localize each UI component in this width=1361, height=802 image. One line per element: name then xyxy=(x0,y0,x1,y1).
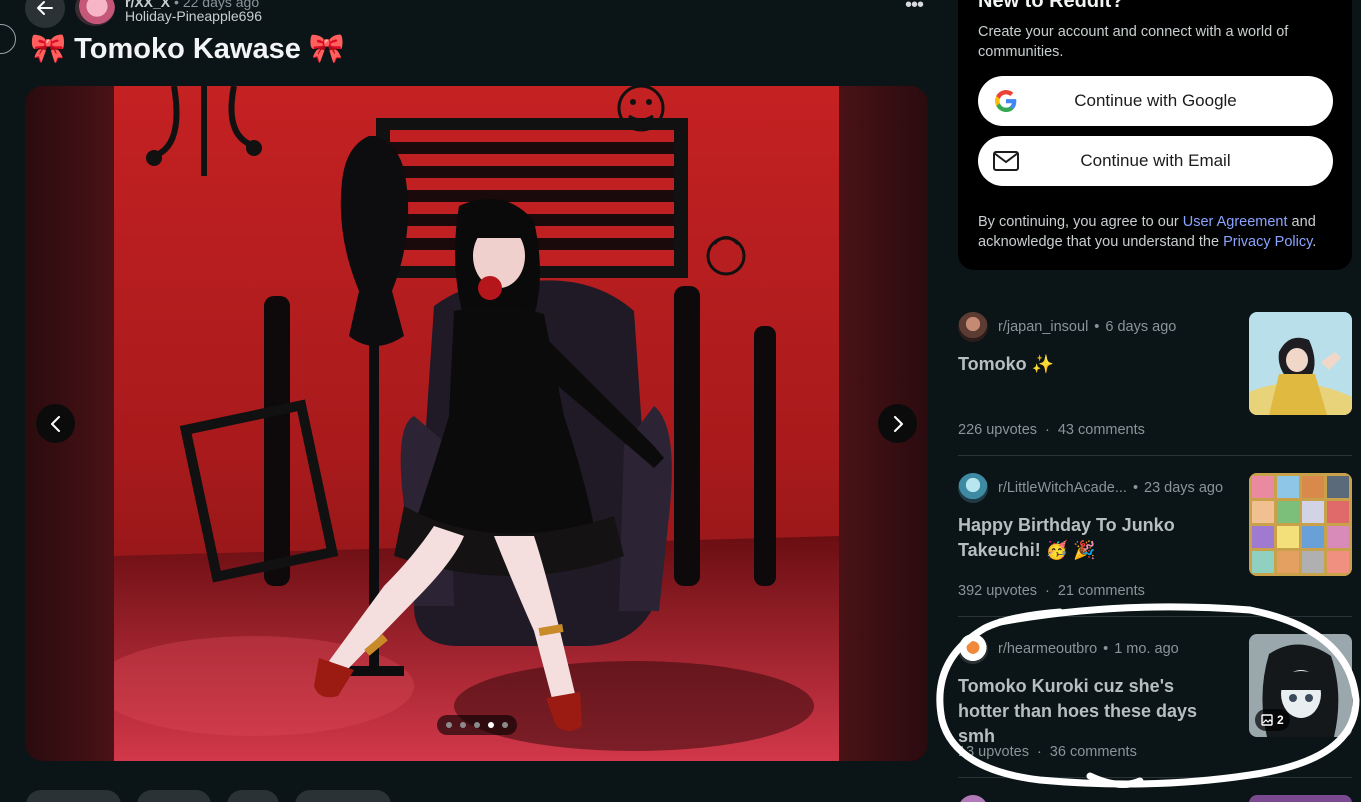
google-icon xyxy=(993,89,1019,113)
separator: • xyxy=(1094,319,1100,335)
carousel-dot[interactable] xyxy=(502,722,508,728)
comment-count: 36 comments xyxy=(1049,744,1137,760)
separator: • xyxy=(1132,480,1139,496)
related-post-title[interactable]: Happy Birthday To Junko Takeuchi! 🥳 🎉 xyxy=(958,513,1228,563)
separator: · xyxy=(1045,583,1050,599)
related-post-card[interactable]: r/LittleWitchAcade... • 23 days ago Happ… xyxy=(958,473,1352,613)
carousel-prev-button[interactable] xyxy=(36,404,75,443)
gallery-count: 2 xyxy=(1277,713,1284,727)
carousel-dot[interactable] xyxy=(460,722,466,728)
related-post-meta: r/LittleWitchAcade... • 23 days ago xyxy=(958,473,1223,503)
carousel-next-button[interactable] xyxy=(878,404,917,443)
gallery-count-badge: 2 xyxy=(1255,709,1290,731)
post-time: 1 mo. ago xyxy=(1114,641,1179,657)
legal-suffix: . xyxy=(1312,234,1317,250)
chevron-right-icon xyxy=(893,415,903,432)
related-post-stats: 226 upvotes · 43 comments xyxy=(958,422,1145,438)
post-action-bar xyxy=(26,790,391,802)
post-image[interactable] xyxy=(114,86,839,761)
google-button-label: Continue with Google xyxy=(1074,91,1237,110)
divider xyxy=(958,455,1352,456)
post-title: 🎀 Tomoko Kawase 🎀 xyxy=(30,33,346,65)
hamburger-icon xyxy=(0,32,8,46)
related-post-card[interactable]: r/hearmeoutbro • 1 mo. ago Tomoko Kuroki… xyxy=(958,634,1352,774)
media-carousel[interactable] xyxy=(25,86,928,761)
related-post-thumbnail[interactable] xyxy=(1249,795,1352,802)
related-post-thumbnail[interactable]: 2 xyxy=(1249,634,1352,737)
related-post-stats: 13 upvotes · 36 comments xyxy=(958,744,1137,760)
subreddit-avatar[interactable] xyxy=(958,473,988,503)
vote-pill[interactable] xyxy=(26,790,121,802)
carousel-dot[interactable] xyxy=(446,722,452,728)
related-post-title[interactable]: Tomoko ✨ xyxy=(958,352,1228,377)
separator: • xyxy=(1103,641,1109,657)
subreddit-avatar[interactable] xyxy=(75,0,115,26)
carousel-dot[interactable] xyxy=(488,722,494,728)
comment-count: 21 comments xyxy=(1057,583,1145,599)
legal-notice: By continuing, you agree to our User Agr… xyxy=(978,212,1328,252)
subreddit-link[interactable]: r/LittleWitchAcade... xyxy=(998,480,1127,496)
upvote-count: 392 upvotes xyxy=(958,583,1038,599)
upvote-count: 13 upvotes xyxy=(958,744,1029,760)
email-icon xyxy=(993,149,1019,173)
photo-illustration xyxy=(114,86,839,761)
related-post-card[interactable]: r/japan_insoul • 6 days ago Tomoko ✨ 226… xyxy=(958,312,1352,452)
continue-with-email-button[interactable]: Continue with Email xyxy=(978,136,1333,186)
post-time: 23 days ago xyxy=(1144,480,1224,496)
more-options-button[interactable]: ••• xyxy=(905,0,924,17)
related-post-stats: 392 upvotes · 21 comments xyxy=(958,583,1145,599)
legal-prefix: By continuing, you agree to our xyxy=(978,214,1183,230)
comment-count: 43 comments xyxy=(1057,422,1145,438)
carousel-indicator xyxy=(437,715,517,735)
divider xyxy=(958,777,1352,778)
award-pill[interactable] xyxy=(227,790,279,802)
signup-heading: New to Reddit? xyxy=(978,0,1124,12)
share-pill[interactable] xyxy=(295,790,391,802)
separator: · xyxy=(1036,744,1042,760)
signup-description: Create your account and connect with a w… xyxy=(978,24,1289,60)
comments-pill[interactable] xyxy=(137,790,211,802)
subreddit-link[interactable]: r/japan_insoul xyxy=(998,319,1088,335)
related-post-meta: r/hearmeoutbro • 1 mo. ago xyxy=(958,634,1179,664)
subreddit-avatar[interactable] xyxy=(958,634,988,664)
separator: · xyxy=(1045,422,1050,438)
divider xyxy=(958,616,1352,617)
carousel-dot[interactable] xyxy=(474,722,480,728)
menu-button[interactable] xyxy=(0,24,16,54)
related-post-thumbnail[interactable] xyxy=(1249,473,1352,576)
related-post-card-partial[interactable] xyxy=(958,795,1352,802)
gallery-icon xyxy=(1261,714,1273,726)
email-button-label: Continue with Email xyxy=(1080,151,1231,170)
user-agreement-link[interactable]: User Agreement xyxy=(1183,214,1288,230)
privacy-policy-link[interactable]: Privacy Policy xyxy=(1223,234,1312,250)
related-post-meta: r/japan_insoul • 6 days ago xyxy=(958,312,1176,342)
continue-with-google-button[interactable]: Continue with Google xyxy=(978,76,1333,126)
back-button[interactable] xyxy=(25,0,65,28)
arrow-left-icon xyxy=(37,1,53,15)
related-post-thumbnail[interactable] xyxy=(1249,312,1352,415)
post-time: 6 days ago xyxy=(1105,319,1177,335)
subreddit-link[interactable]: r/hearmeoutbro xyxy=(998,641,1097,657)
upvote-count: 226 upvotes xyxy=(958,422,1038,438)
chevron-left-icon xyxy=(50,415,60,432)
subreddit-avatar[interactable] xyxy=(958,795,988,802)
signup-card: New to Reddit? Create your account and c… xyxy=(958,0,1352,270)
related-post-title[interactable]: Tomoko Kuroki cuz she's hotter than hoes… xyxy=(958,674,1228,749)
subreddit-avatar[interactable] xyxy=(958,312,988,342)
author-link[interactable]: Holiday-Pineapple696 xyxy=(125,8,262,24)
